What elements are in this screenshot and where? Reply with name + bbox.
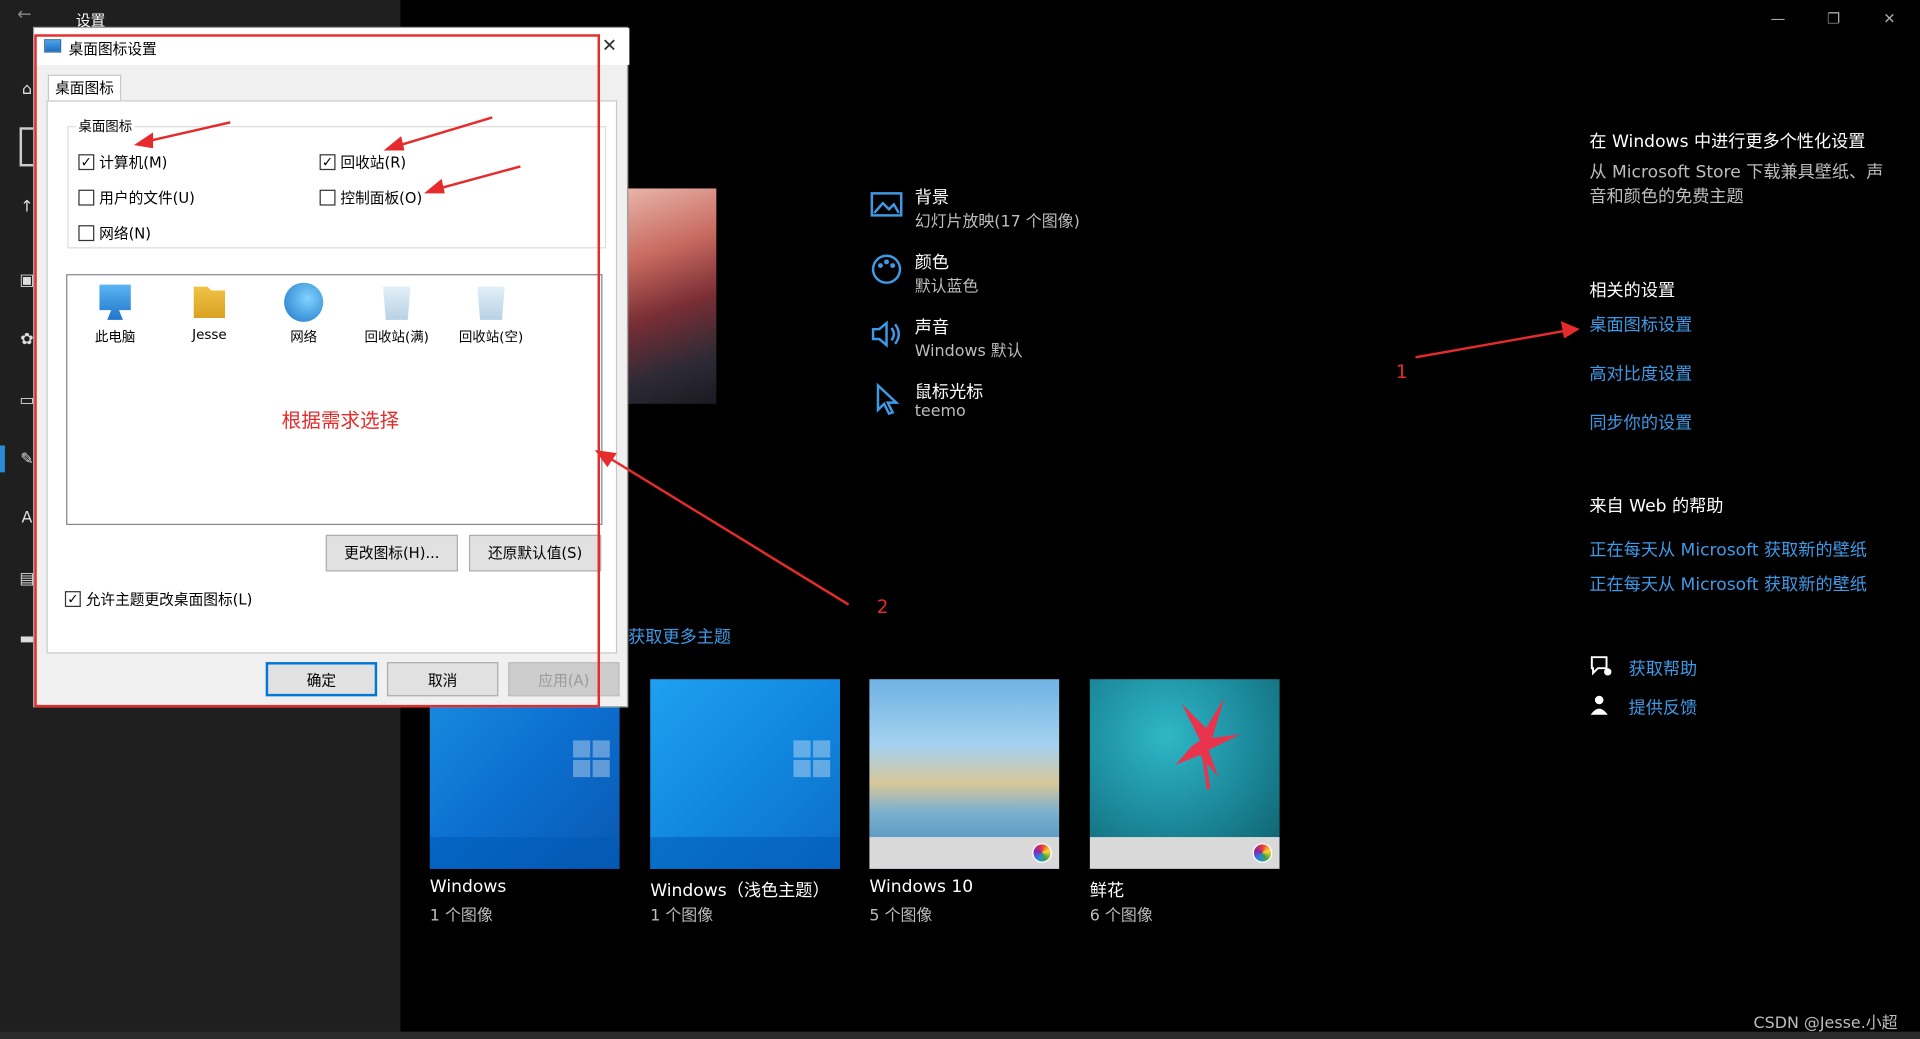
annotation-arrows: [133, 116, 1580, 606]
screen: ← 设置 ⌂ ↑ ▣ ✿ ▭ ✎ A ▤ ▬ — ❐ ✕ 背景 幻灯片放映(17…: [0, 0, 1920, 1039]
annotation-label-2: 2: [876, 595, 889, 619]
watermark: CSDN @Jesse.小超: [1753, 1014, 1898, 1033]
bottom-taskbar-strip: [0, 1031, 1920, 1039]
annotation-label-1: 1: [1395, 361, 1408, 384]
